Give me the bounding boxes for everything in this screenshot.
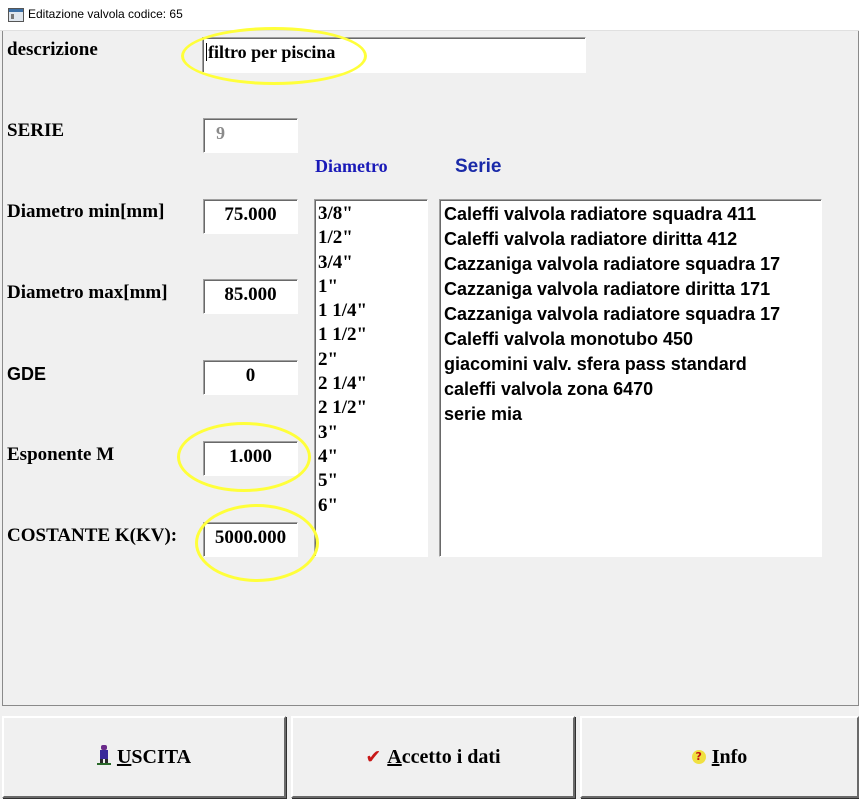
serie-input: 9: [203, 118, 298, 153]
help-icon: ?: [691, 750, 706, 764]
list-item[interactable]: 6": [315, 494, 427, 518]
diametro-min-input[interactable]: 75.000: [203, 199, 298, 234]
list-item[interactable]: 2 1/2": [315, 396, 427, 420]
gde-input[interactable]: 0: [203, 360, 298, 395]
diametro-min-label: Diametro min[mm]: [7, 201, 165, 222]
costante-k-input[interactable]: 5000.000: [203, 522, 298, 557]
diametro-listbox[interactable]: 3/8" 1/2" 3/4" 1" 1 1/4" 1 1/2" 2" 2 1/4…: [314, 199, 428, 557]
esponente-m-label: Esponente M: [7, 444, 115, 465]
list-item[interactable]: Cazzaniga valvola radiatore squadra 17: [440, 302, 821, 327]
gde-label: GDE: [7, 364, 47, 384]
window-app-icon: [8, 8, 24, 22]
list-item[interactable]: 4": [315, 445, 427, 469]
uscita-label: USCITA: [116, 745, 192, 768]
uscita-button[interactable]: USCITA: [2, 716, 286, 798]
serie-listbox[interactable]: Caleffi valvola radiatore squadra 411 Ca…: [439, 199, 822, 557]
list-item[interactable]: 3/4": [315, 251, 427, 275]
exit-person-icon: [96, 745, 111, 765]
list-item[interactable]: 3": [315, 421, 427, 445]
serie-header: Serie: [455, 156, 502, 177]
checkmark-icon: ✔: [365, 746, 382, 768]
list-item[interactable]: 1": [315, 275, 427, 299]
form-panel: descrizione filtro per piscina SERIE 9 D…: [2, 27, 859, 706]
list-item[interactable]: Cazzaniga valvola radiatore diritta 171: [440, 277, 821, 302]
list-item[interactable]: caleffi valvola zona 6470: [440, 377, 821, 402]
list-item[interactable]: 1/2": [315, 226, 427, 250]
title-bar: Editazione valvola codice: 65: [0, 0, 859, 31]
info-label: Info: [711, 745, 748, 768]
list-item[interactable]: 3/8": [315, 202, 427, 226]
window-title: Editazione valvola codice: 65: [28, 7, 183, 21]
list-item[interactable]: Cazzaniga valvola radiatore squadra 17: [440, 252, 821, 277]
list-item[interactable]: Caleffi valvola radiatore diritta 412: [440, 227, 821, 252]
diametro-max-label: Diametro max[mm]: [7, 282, 168, 303]
descrizione-input[interactable]: filtro per piscina: [202, 37, 586, 73]
list-item[interactable]: 1 1/4": [315, 299, 427, 323]
list-item[interactable]: 2 1/4": [315, 372, 427, 396]
descrizione-label: descrizione: [7, 39, 98, 60]
list-item[interactable]: 5": [315, 469, 427, 493]
list-item[interactable]: Caleffi valvola monotubo 450: [440, 327, 821, 352]
accetto-button[interactable]: ✔ Accetto i dati: [291, 716, 575, 798]
list-item[interactable]: giacomini valv. sfera pass standard: [440, 352, 821, 377]
info-button[interactable]: ? Info: [580, 716, 859, 798]
esponente-m-input[interactable]: 1.000: [203, 441, 298, 476]
costante-k-label: COSTANTE K(KV):: [7, 525, 178, 546]
list-item[interactable]: serie mia: [440, 402, 821, 427]
serie-label: SERIE: [7, 120, 65, 141]
diametro-header: Diametro: [315, 156, 388, 176]
accetto-label: Accetto i dati: [387, 745, 501, 768]
diametro-max-input[interactable]: 85.000: [203, 279, 298, 314]
list-item[interactable]: 2": [315, 348, 427, 372]
list-item[interactable]: 1 1/2": [315, 323, 427, 347]
list-item[interactable]: Caleffi valvola radiatore squadra 411: [440, 202, 821, 227]
